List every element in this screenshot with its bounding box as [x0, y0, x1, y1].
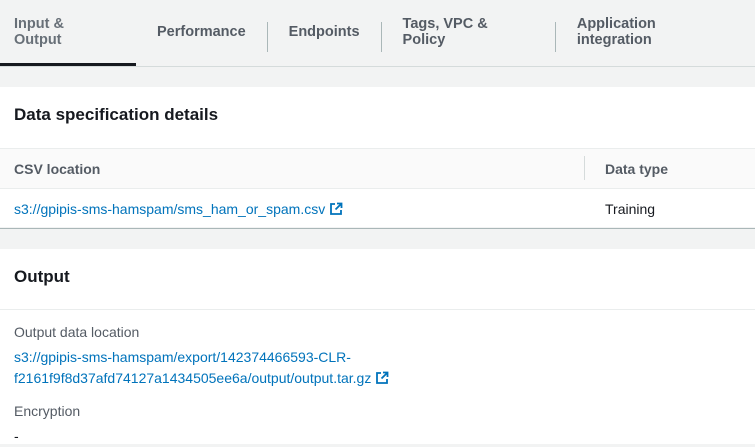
tab-tags-vpc-policy[interactable]: Tags, VPC & Policy — [382, 0, 555, 64]
external-link-icon[interactable] — [329, 202, 343, 219]
output-data-location-label: Output data location — [14, 324, 140, 340]
csv-location-cell: s3://gpipis-sms-hamspam/sms_ham_or_spam.… — [14, 201, 343, 219]
data-specification-panel: Data specification details CSV location … — [0, 87, 755, 229]
table-header: CSV location Data type — [0, 148, 755, 189]
column-header-csv-location: CSV location — [14, 161, 101, 177]
tab-application-integration[interactable]: Application integration — [556, 0, 755, 64]
output-location-line-1: s3://gpipis-sms-hamspam/export/142374466… — [14, 349, 351, 365]
output-data-location-link[interactable]: s3://gpipis-sms-hamspam/export/142374466… — [14, 349, 371, 386]
csv-location-link[interactable]: s3://gpipis-sms-hamspam/sms_ham_or_spam.… — [14, 201, 325, 217]
external-link-icon[interactable] — [375, 370, 389, 391]
tab-performance[interactable]: Performance — [136, 0, 267, 64]
column-header-data-type: Data type — [605, 161, 669, 177]
encryption-label: Encryption — [14, 403, 81, 419]
column-divider[interactable] — [584, 156, 585, 180]
tab-endpoints[interactable]: Endpoints — [268, 0, 381, 64]
output-data-location-value: s3://gpipis-sms-hamspam/export/142374466… — [14, 347, 389, 391]
output-location-line-2: f2161f9f8d37afd74127a1434505ee6a/output/… — [14, 370, 372, 386]
data-specification-title: Data specification details — [14, 105, 219, 124]
tab-bar: Input & Output Performance Endpoints Tag… — [0, 0, 755, 67]
output-title: Output — [0, 249, 755, 310]
output-panel: Output Output data location s3://gpipis-… — [0, 249, 755, 444]
data-type-cell: Training — [605, 201, 656, 217]
tab-input-output[interactable]: Input & Output — [0, 0, 136, 66]
table-row: s3://gpipis-sms-hamspam/sms_ham_or_spam.… — [0, 189, 755, 229]
